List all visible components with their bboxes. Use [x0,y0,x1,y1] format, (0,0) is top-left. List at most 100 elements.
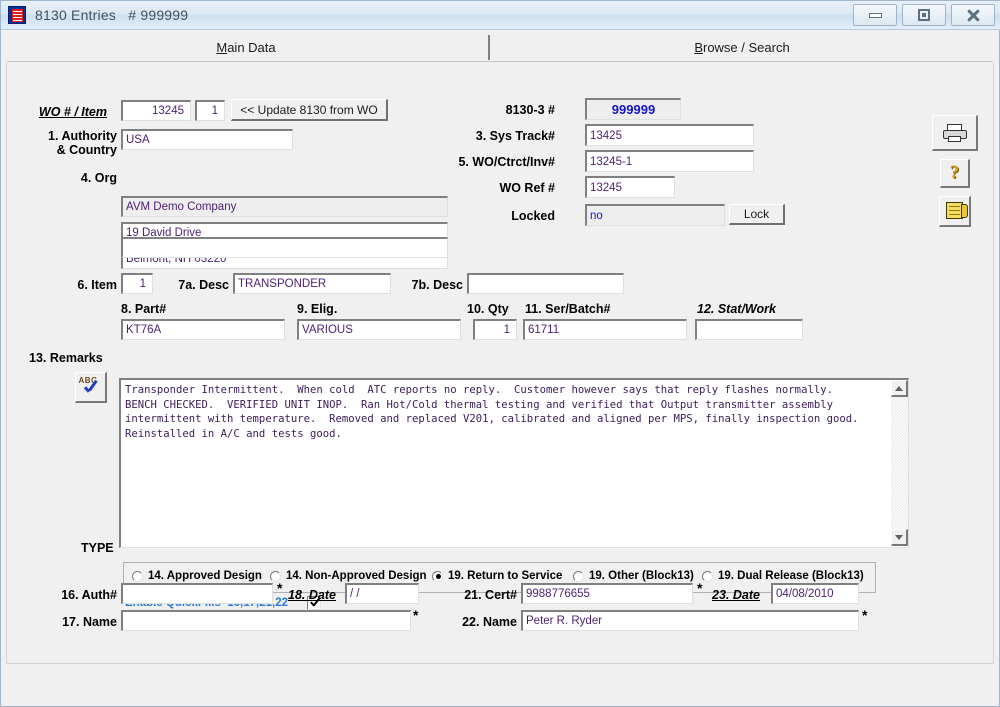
notepad-icon [944,201,966,221]
cert-number-label: 21. Cert# [377,588,517,602]
minimize-icon [869,13,882,18]
document-icon [8,6,26,24]
qty-input[interactable]: 1 [473,319,517,340]
wo-ref-input[interactable]: 13245 [585,176,675,198]
org-label: 4. Org [15,171,117,185]
radio-other-block13[interactable]: 19. Other (Block13) [573,570,694,582]
close-icon [966,8,980,22]
wo-ctrct-inv-input[interactable]: 13245-1 [585,150,754,172]
name17-input[interactable] [121,610,411,631]
help-button[interactable]: ? [940,159,970,188]
radio-return-to-service-label: 19. Return to Service [448,570,562,582]
arrow-down-icon [895,535,903,540]
maximize-button[interactable] [902,4,946,26]
minimize-button[interactable] [853,4,897,26]
scroll-up-button[interactable] [891,380,908,397]
elig-label: 9. Elig. [297,302,337,316]
scroll-down-button[interactable] [891,529,908,546]
lock-button[interactable]: Lock [729,204,785,225]
scrollbar-track[interactable] [891,397,908,529]
radio-non-approved-design-label: 14. Non-Approved Design [286,570,427,582]
wo-ctrct-inv-label: 5. WO/Ctrct/Inv# [397,155,555,169]
remarks-label: 13. Remarks [29,351,103,365]
print-button[interactable] [932,115,978,151]
radio-icon [132,571,143,582]
ser-batch-label: 11. Ser/Batch# [525,302,610,316]
authority-country-input[interactable]: USA [121,129,293,150]
radio-non-approved-design[interactable]: 14. Non-Approved Design [270,570,427,582]
desc-a-label: 7a. Desc [157,278,229,292]
cert-required-marker: * [697,581,702,595]
sys-track-input[interactable]: 13425 [585,124,754,146]
radio-dual-release-block13[interactable]: 19. Dual Release (Block13) [702,570,864,582]
name17-label: 17. Name [15,615,117,629]
desc-a-input[interactable]: TRANSPONDER [233,273,391,294]
update-8130-from-wo-button[interactable]: << Update 8130 from WO [231,99,388,121]
tab-main-data[interactable]: Main Data [7,32,485,62]
wo-item-label: WO # / Item [15,105,107,119]
radio-approved-design[interactable]: 14. Approved Design [132,570,262,582]
qty-label: 10. Qty [467,302,509,316]
date23-label: 23. Date [712,588,760,602]
remarks-text: Transponder Intermittent. When cold ATC … [125,383,880,441]
date18-label: 18. Date [288,588,336,602]
window-title: 8130 Entries # 999999 [35,7,188,23]
serial-batch-input[interactable]: 61711 [523,319,687,340]
notes-button[interactable] [939,196,971,227]
remarks-textarea[interactable]: Transponder Intermittent. When cold ATC … [119,378,909,548]
tab-underline [7,61,993,62]
f8130-label: 8130-3 # [407,103,555,117]
auth-number-input[interactable] [121,583,273,604]
radio-dual-release-block13-label: 19. Dual Release (Block13) [718,570,864,582]
question-mark-icon: ? [950,162,960,184]
type-label: TYPE [81,541,114,555]
radio-icon [573,571,584,582]
arrow-up-icon [895,386,903,391]
name22-label: 22. Name [377,615,517,629]
tab-browse-search[interactable]: Browse / Search [491,32,993,62]
locked-value-input: no [585,204,725,226]
part-label: 8. Part# [121,302,166,316]
sys-track-label: 3. Sys Track# [407,129,555,143]
maximize-icon [918,9,930,21]
radio-icon-selected [432,571,443,582]
wo-item-input[interactable]: 1 [195,100,225,121]
tab-divider [488,35,490,60]
application-window: 8130 Entries # 999999 Main Data Browse /… [0,0,1000,707]
auth-required-marker: * [277,581,282,595]
auth-number-label: 16. Auth# [15,588,117,602]
desc-b-label: 7b. Desc [397,278,463,292]
radio-other-block13-label: 19. Other (Block13) [589,570,694,582]
radio-icon [702,571,713,582]
abc-check-icon: ABC [78,376,104,398]
close-button[interactable] [951,4,995,26]
remarks-scrollbar[interactable] [891,380,908,546]
item-number-input[interactable]: 1 [121,273,153,294]
item-label: 6. Item [17,278,117,292]
spellcheck-button[interactable]: ABC [75,372,107,403]
radio-return-to-service[interactable]: 19. Return to Service [432,570,562,582]
stat-work-label: 12. Stat/Work [697,302,776,316]
eligibility-input[interactable]: VARIOUS [297,319,461,340]
client-area: Main Data Browse / Search 1 WO # / Item … [2,30,998,705]
stat-work-input[interactable] [695,319,803,340]
authority-label-line1: 1. Authority [15,129,117,143]
date23-input[interactable]: 04/08/2010 [771,583,859,604]
tab-bar: Main Data Browse / Search [7,32,993,62]
f8130-number-display: 999999 [585,98,681,120]
part-number-input[interactable]: KT76A [121,319,285,340]
org-line1-input[interactable]: AVM Demo Company [121,196,448,217]
tab-browse-search-label: Browse / Search [694,40,789,55]
name22-input[interactable]: Peter R. Ryder [521,610,859,631]
printer-icon [942,123,968,143]
wo-number-input[interactable]: 13245 [121,100,191,121]
desc-b-input[interactable] [467,273,624,294]
main-data-panel: 1 WO # / Item 13245 1 << Update 8130 fro… [6,63,994,664]
locked-label: Locked [407,209,555,223]
cert-number-input[interactable]: 9988776655 [521,583,693,604]
window-controls [853,4,995,26]
name22-required-marker: * [862,608,867,622]
title-bar: 8130 Entries # 999999 [1,1,1000,30]
org-line3c-input[interactable] [121,237,448,258]
wo-ref-label: WO Ref # [407,181,555,195]
